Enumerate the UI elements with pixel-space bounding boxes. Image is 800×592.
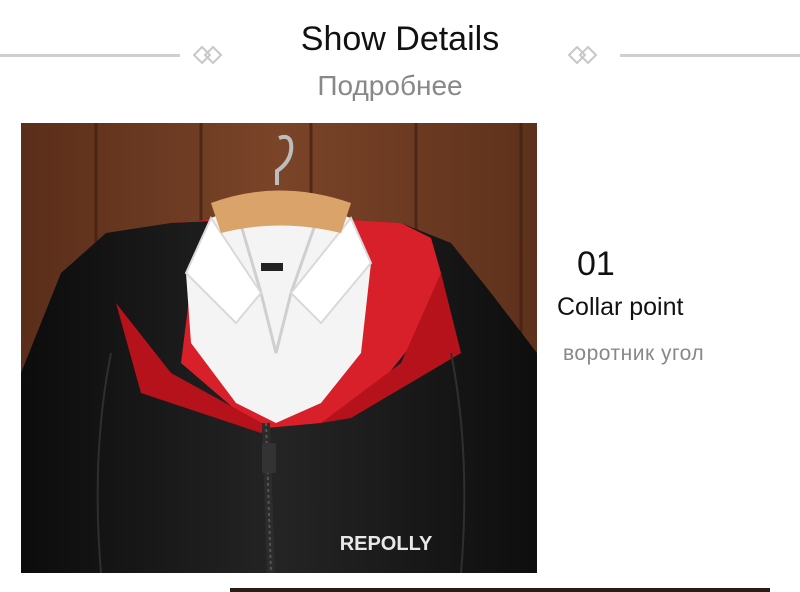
- detail-subtitle: воротник угол: [563, 342, 705, 365]
- next-photo-edge: [230, 588, 770, 592]
- detail-title: Collar point: [557, 293, 684, 321]
- diamond-ornament-right-icon: [568, 45, 598, 65]
- shirt-label: [261, 263, 283, 271]
- brand-text: REPOLLY: [340, 533, 433, 555]
- header-rule-right: [620, 54, 800, 57]
- detail-number: 01: [577, 245, 615, 283]
- page-subtitle: Подробнее: [317, 70, 463, 101]
- product-photo: REPOLLY: [21, 123, 537, 573]
